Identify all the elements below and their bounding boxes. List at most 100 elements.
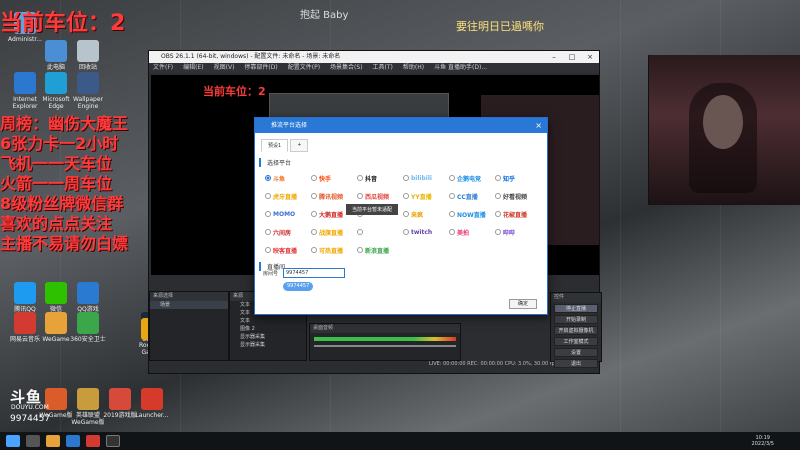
- desktop-icon-label: QQ游戏: [77, 306, 99, 313]
- platform-option[interactable]: 可热直播: [311, 244, 357, 256]
- radio-button[interactable]: [403, 229, 409, 235]
- platform-logo: 企鹅电竞: [457, 175, 482, 183]
- radio-button[interactable]: [449, 193, 455, 199]
- platform-option[interactable]: CC直播: [449, 190, 495, 202]
- platform-logo: 映客直播: [273, 247, 298, 255]
- add-tab-button[interactable]: +: [290, 139, 309, 152]
- radio-button[interactable]: [311, 247, 317, 253]
- desktop-icon[interactable]: 360安全卫士: [66, 312, 110, 343]
- radio-button[interactable]: [357, 193, 363, 199]
- radio-button[interactable]: [311, 175, 317, 181]
- platform-option[interactable]: 来疯: [403, 208, 449, 220]
- platform-option[interactable]: 西瓜视频: [357, 190, 403, 202]
- radio-button[interactable]: [357, 229, 363, 235]
- room-number-input[interactable]: 9974457: [283, 268, 345, 278]
- radio-button[interactable]: [495, 193, 501, 199]
- room-history-chip[interactable]: 9974457: [283, 282, 314, 291]
- maximize-icon[interactable]: □: [563, 51, 581, 63]
- radio-button[interactable]: [449, 175, 455, 181]
- radio-button[interactable]: [495, 175, 501, 181]
- desktop-icon[interactable]: Launcher...: [130, 388, 174, 419]
- desktop-icon[interactable]: Wallpaper Engine: [66, 72, 110, 110]
- platform-option[interactable]: 哔哔: [495, 226, 541, 238]
- obs-menu-item[interactable]: 场景集合(S): [330, 63, 363, 73]
- platform-option[interactable]: YY直播: [403, 190, 449, 202]
- obs-taskbar-icon[interactable]: [106, 435, 120, 447]
- radio-button[interactable]: [311, 229, 317, 235]
- desktop-icon[interactable]: 回收站: [66, 40, 110, 71]
- confirm-button[interactable]: 确定: [509, 299, 537, 309]
- app-icon[interactable]: [86, 435, 100, 447]
- platform-option[interactable]: 知乎: [495, 172, 541, 184]
- control-button[interactable]: 工作室模式: [554, 337, 598, 346]
- dialog-close-icon[interactable]: ×: [535, 118, 542, 133]
- ie-icon[interactable]: [66, 435, 80, 447]
- radio-button[interactable]: [357, 175, 363, 181]
- source-item[interactable]: 图像 2: [230, 325, 306, 333]
- platform-option[interactable]: 企鹅电竞: [449, 172, 495, 184]
- platform-option[interactable]: 美拍: [449, 226, 495, 238]
- obs-menu-item[interactable]: 斗鱼 直播助手(D)...: [434, 63, 487, 73]
- platform-option[interactable]: 虎牙直播: [265, 190, 311, 202]
- platform-option[interactable]: 抖音: [357, 172, 403, 184]
- tab-preset[interactable]: 预设1: [261, 139, 289, 152]
- obs-menu-item[interactable]: 帮助(H): [403, 63, 424, 73]
- system-clock[interactable]: 10:19 2022/3/5: [752, 435, 774, 447]
- control-button[interactable]: 开启虚拟摄像机: [554, 326, 598, 335]
- radio-button[interactable]: [311, 211, 317, 217]
- platform-option[interactable]: 新浪直播: [357, 244, 403, 256]
- minimize-icon[interactable]: –: [545, 51, 563, 63]
- obs-title-bar: OBS 26.1.1 (64-bit, windows) - 配置文件: 未命名…: [149, 51, 599, 63]
- obs-menu-item[interactable]: 工具(T): [373, 63, 393, 73]
- radio-button[interactable]: [449, 211, 455, 217]
- start-icon[interactable]: [6, 435, 20, 447]
- radio-button[interactable]: [403, 175, 409, 181]
- obs-menu-item[interactable]: 停靠部件(D): [244, 63, 277, 73]
- obs-menu-item[interactable]: 文件(F): [153, 63, 173, 73]
- platform-option[interactable]: twitch: [403, 226, 449, 238]
- control-button[interactable]: 退出: [554, 359, 598, 368]
- platform-option[interactable]: [357, 226, 403, 238]
- source-item[interactable]: 显示器采集: [230, 333, 306, 341]
- scene-item[interactable]: 场景: [150, 301, 228, 309]
- platform-option[interactable]: 六间房: [265, 226, 311, 238]
- radio-button[interactable]: [265, 193, 271, 199]
- radio-button[interactable]: [449, 229, 455, 235]
- platform-option[interactable]: 斗鱼: [265, 172, 311, 184]
- platform-option[interactable]: bilibili: [403, 172, 449, 184]
- platform-option[interactable]: 快手: [311, 172, 357, 184]
- radio-button[interactable]: [265, 211, 271, 217]
- radio-button[interactable]: [403, 211, 409, 217]
- clock-date: 2022/3/5: [751, 441, 774, 447]
- radio-button[interactable]: [311, 193, 317, 199]
- source-item[interactable]: 文本: [230, 317, 306, 325]
- platform-option[interactable]: 映客直播: [265, 244, 311, 256]
- desktop-icon[interactable]: QQ游戏: [66, 282, 110, 313]
- platform-option[interactable]: 花椒直播: [495, 208, 541, 220]
- radio-button[interactable]: [265, 175, 271, 181]
- platform-option[interactable]: MOMO: [265, 208, 311, 220]
- control-button[interactable]: 开始录制: [554, 315, 598, 324]
- control-button[interactable]: 停止直播: [554, 304, 598, 313]
- platform-logo: 新浪直播: [365, 247, 390, 255]
- radio-button[interactable]: [403, 193, 409, 199]
- desktop-icon-label: 回收站: [78, 64, 97, 71]
- obs-menu-item[interactable]: 视图(V): [214, 63, 235, 73]
- obs-menu-item[interactable]: 配置文件(P): [288, 63, 320, 73]
- control-button[interactable]: 设置: [554, 348, 598, 357]
- obs-menu-item[interactable]: 编辑(E): [183, 63, 203, 73]
- close-icon[interactable]: ×: [581, 51, 599, 63]
- platform-option[interactable]: NOW直播: [449, 208, 495, 220]
- explorer-icon[interactable]: [46, 435, 60, 447]
- radio-button[interactable]: [495, 229, 501, 235]
- platform-option[interactable]: 战旗直播: [311, 226, 357, 238]
- platform-option[interactable]: 好看视频: [495, 190, 541, 202]
- radio-button[interactable]: [357, 247, 363, 253]
- search-icon[interactable]: [26, 435, 40, 447]
- radio-button[interactable]: [265, 247, 271, 253]
- platform-option[interactable]: 腾讯视频: [311, 190, 357, 202]
- volume-slider[interactable]: [314, 345, 456, 347]
- radio-button[interactable]: [495, 211, 501, 217]
- source-item[interactable]: 显示器采集: [230, 341, 306, 349]
- radio-button[interactable]: [265, 229, 271, 235]
